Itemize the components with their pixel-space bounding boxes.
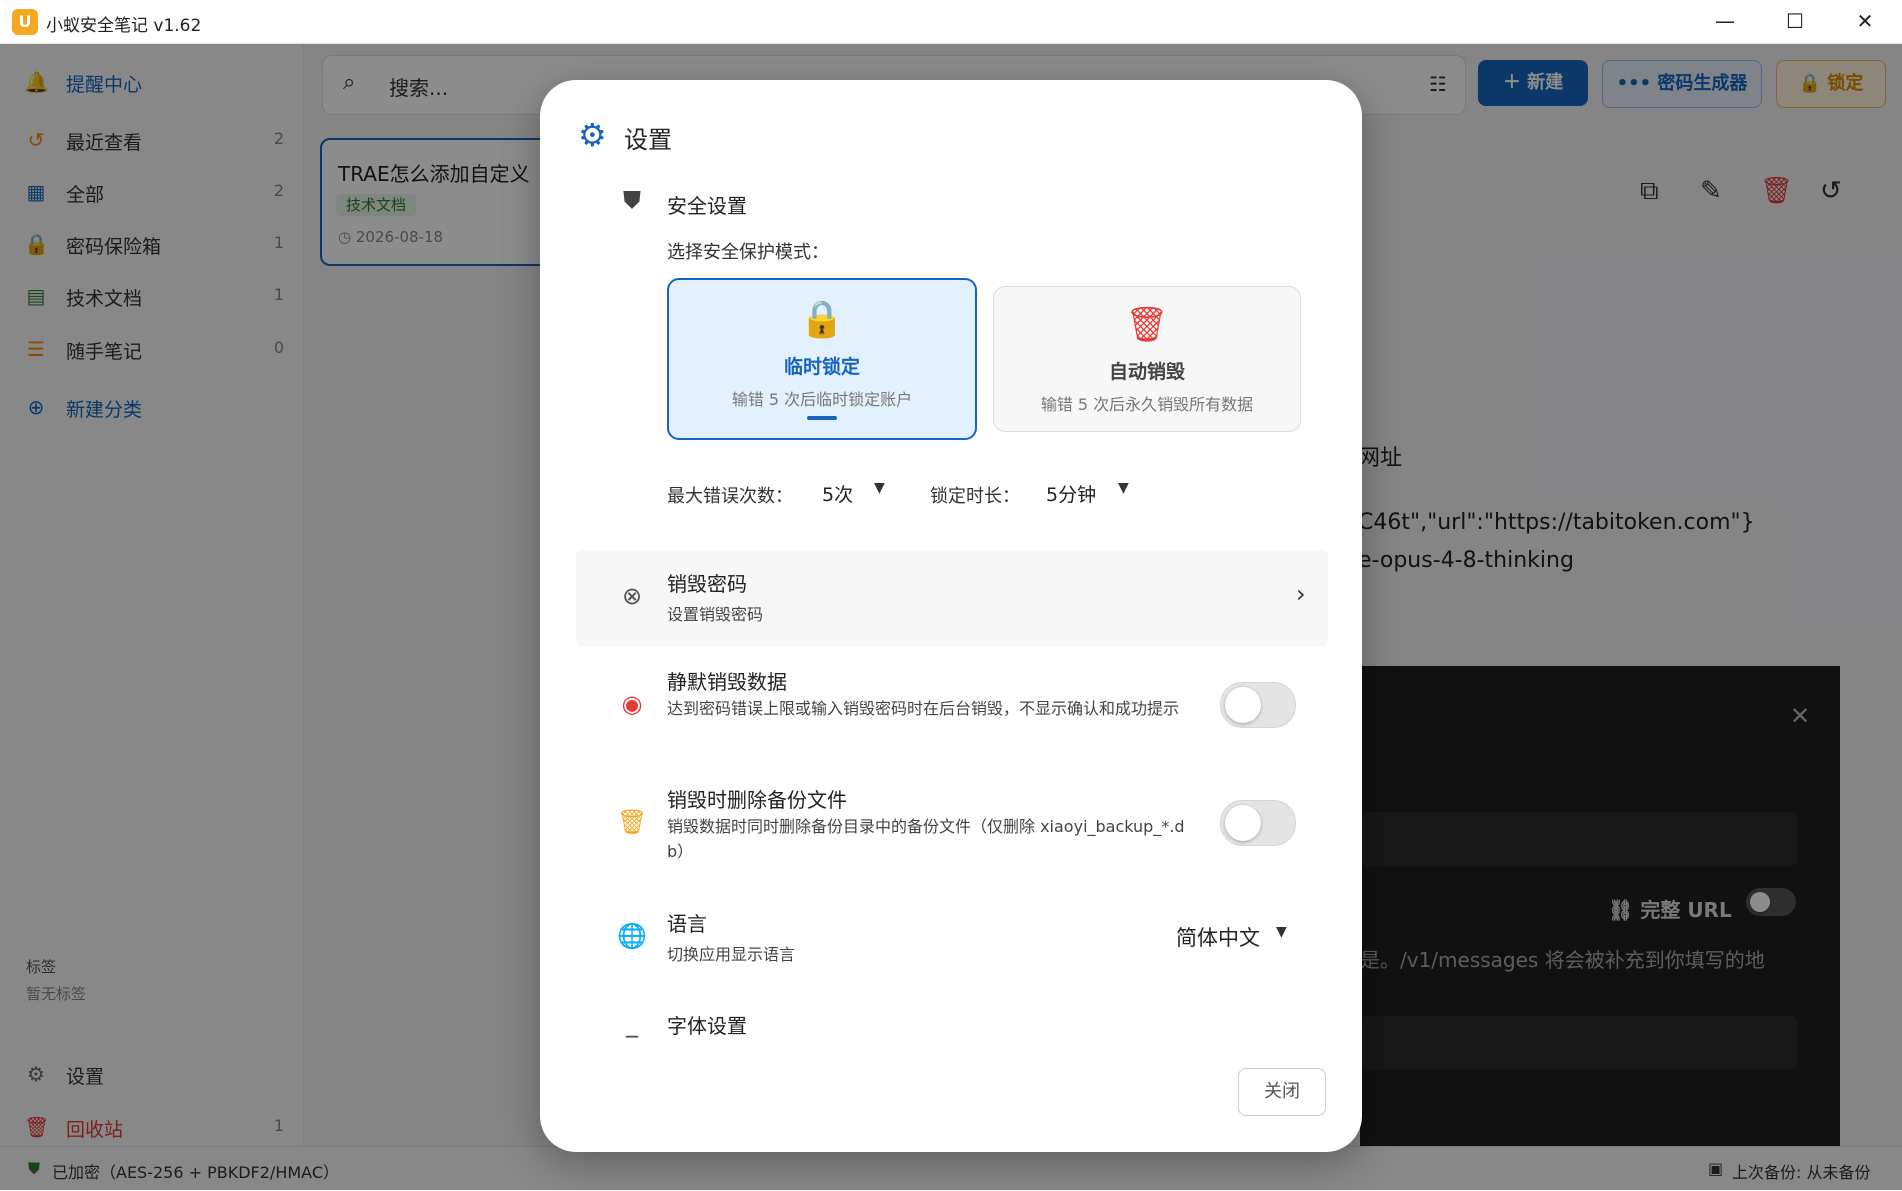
caret-down-icon: ▼ [1276, 924, 1287, 940]
language-title: 语言 [667, 912, 707, 936]
max-errors-label: 最大错误次数： [667, 486, 793, 507]
delete-backup-title: 销毁时删除备份文件 [667, 788, 847, 812]
gear-icon: ⚙ [578, 116, 607, 154]
font-settings-title: 字体设置 [667, 1014, 747, 1038]
lock-duration-value: 5分钟 [1046, 484, 1097, 506]
maximize-button[interactable]: ☐ [1760, 0, 1830, 43]
max-errors-value: 5次 [822, 484, 854, 506]
chevron-right-icon: › [1296, 580, 1306, 608]
lock-duration-label: 锁定时长： [930, 486, 1020, 507]
font-icon: _ [626, 1010, 638, 1038]
delete-forever-icon: 🗑 [1125, 305, 1169, 345]
close-button[interactable]: 关闭 [1238, 1068, 1326, 1116]
app-logo: U [12, 9, 38, 35]
settings-dialog: ⚙ 设置 ⛊ 安全设置 选择安全保护模式： 🔒 临时锁定 输错 5 次后临时锁定… [540, 80, 1362, 1152]
mode-title: 临时锁定 [783, 356, 860, 378]
minimize-button[interactable]: — [1690, 0, 1760, 43]
mode-card-temp-lock[interactable]: 🔒 临时锁定 输错 5 次后临时锁定账户 [667, 278, 977, 440]
mode-prompt: 选择安全保护模式： [667, 242, 829, 263]
max-errors-select[interactable]: 5次 ▼ [822, 480, 902, 508]
mode-card-auto-destroy[interactable]: 🗑 自动销毁 输错 5 次后永久销毁所有数据 [993, 286, 1301, 432]
globe-icon: 🌐 [617, 922, 647, 950]
eye-off-icon: ◉ [621, 690, 643, 718]
silent-destroy-desc: 达到密码错误上限或输入销毁密码时在后台销毁，不显示确认和成功提示 [667, 699, 1180, 718]
language-value: 简体中文 [1176, 926, 1260, 950]
mode-title: 自动销毁 [1108, 361, 1185, 383]
cancel-circle-icon: ⊗ [621, 582, 643, 610]
dialog-title: 设置 [624, 126, 672, 154]
lock-clock-icon: 🔒 [799, 299, 845, 340]
lock-duration-select[interactable]: 5分钟 ▼ [1046, 480, 1146, 508]
selected-indicator [807, 416, 837, 420]
delete-backup-toggle[interactable] [1220, 800, 1296, 846]
security-section-title: 安全设置 [667, 194, 747, 218]
caret-down-icon: ▼ [1118, 480, 1129, 496]
silent-destroy-title: 静默销毁数据 [667, 670, 787, 694]
title-bar: U 小蚁安全笔记 v1.62 — ☐ ✕ [0, 0, 1902, 44]
window-title: 小蚁安全笔记 v1.62 [46, 16, 202, 36]
destroy-password-row[interactable]: ⊗ 销毁密码 设置销毁密码 › [576, 550, 1328, 646]
language-desc: 切换应用显示语言 [667, 945, 796, 964]
caret-down-icon: ▼ [874, 480, 885, 496]
language-select[interactable]: 简体中文 ▼ [1176, 922, 1296, 952]
mode-desc: 输错 5 次后临时锁定账户 [731, 390, 913, 409]
destroy-password-desc: 设置销毁密码 [667, 605, 764, 624]
destroy-password-title: 销毁密码 [667, 572, 747, 596]
mode-desc: 输错 5 次后永久销毁所有数据 [1040, 395, 1254, 414]
shield-icon: ⛊ [623, 186, 641, 214]
silent-destroy-toggle[interactable] [1220, 682, 1296, 728]
close-window-button[interactable]: ✕ [1830, 0, 1900, 43]
delete-sweep-icon: 🗑 [617, 808, 648, 836]
delete-backup-desc: 销毁数据时同时删除备份目录中的备份文件（仅删除 xiaoyi_backup_*.… [667, 817, 1185, 861]
